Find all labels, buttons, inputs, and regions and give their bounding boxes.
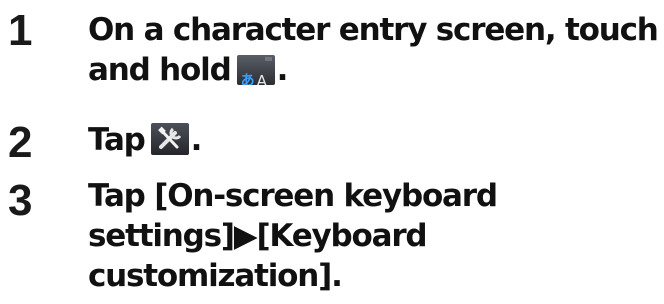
input-mode-icon: あA — [236, 55, 275, 85]
step-line: On a character entry screen, touch — [88, 12, 659, 48]
step-text: On a character entry screen, touch and h… — [88, 10, 659, 90]
step-line-period: . — [276, 52, 289, 88]
step-line: settings]▶[Keyboard — [88, 218, 428, 254]
step-line: Tap [On-screen keyboard — [88, 178, 498, 214]
step-line-period: . — [190, 122, 203, 158]
step-line-with-icon: and hold あ A. — [88, 50, 656, 90]
step-line: customization]. — [88, 258, 343, 294]
input-mode-jp-glyph: あ — [240, 73, 255, 85]
step-number: 2 — [8, 118, 33, 167]
step-line-text: and hold — [88, 52, 232, 88]
step-text: Tap. — [88, 120, 656, 160]
step-text: Tap [On-screen keyboard settings]▶[Keybo… — [88, 176, 656, 296]
step-number: 1 — [8, 6, 33, 55]
settings-tools-icon — [150, 123, 189, 155]
input-mode-en-glyph: A — [256, 72, 267, 85]
input-mode-dots — [264, 57, 272, 61]
step-number: 3 — [8, 176, 33, 225]
step-line-text: Tap — [88, 122, 146, 158]
step-line-with-icon: Tap. — [88, 120, 656, 160]
